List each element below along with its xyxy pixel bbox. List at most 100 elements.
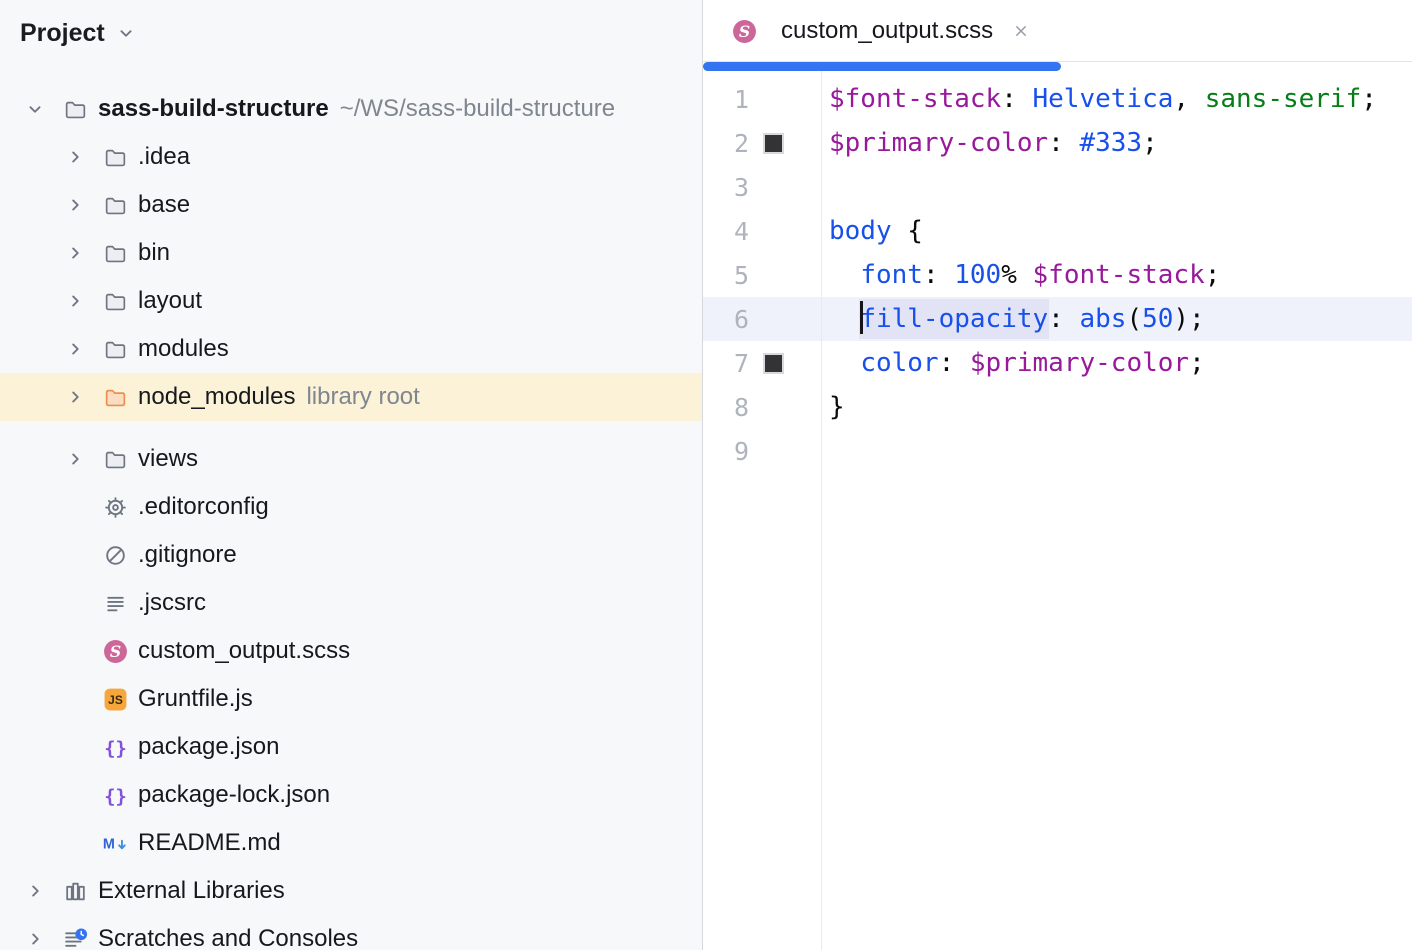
chevron-down-icon[interactable] [24, 98, 62, 120]
code-token: : [1048, 304, 1079, 334]
tree-item-label: custom_output.scss [138, 637, 350, 665]
project-title: Project [20, 19, 105, 48]
tree-row-package-lock-json[interactable]: {} package-lock.json [0, 771, 702, 819]
tree-item-label: .jscsrc [138, 589, 206, 617]
code-line-6[interactable]: 6 fill-opacity: abs(50); [703, 297, 1412, 341]
color-preview-swatch[interactable] [763, 353, 784, 374]
tree-row-views[interactable]: views [0, 435, 702, 483]
tree-item-label: External Libraries [98, 877, 285, 905]
tree-item-label: Scratches and Consoles [98, 925, 358, 950]
tree-item-label: .idea [138, 143, 190, 171]
line-number: 2 [703, 129, 749, 158]
tree-item-label: bin [138, 239, 170, 267]
chevron-right-icon[interactable] [64, 194, 102, 216]
tree-row-sass-build-structure[interactable]: sass-build-structure~/WS/sass-build-stru… [0, 85, 702, 133]
code-token [829, 260, 860, 290]
text-file-icon [102, 590, 128, 616]
editor-pane: S custom_output.scss 1$font-stack: Helve… [703, 0, 1412, 950]
code-text: $primary-color: #333; [821, 121, 1158, 165]
chevron-right-icon[interactable] [64, 146, 102, 168]
chevron-right-icon[interactable] [64, 386, 102, 408]
code-token: 50 [1142, 304, 1173, 334]
code-line-9[interactable]: 9 [703, 429, 1412, 473]
tree-row-external-libraries[interactable]: External Libraries [0, 867, 702, 915]
tree-row-readme-md[interactable]: MREADME.md [0, 819, 702, 867]
code-lines: 1$font-stack: Helvetica, sans-serif; 2 $pr… [703, 77, 1412, 473]
project-tree: sass-build-structure~/WS/sass-build-stru… [0, 66, 702, 950]
tree-row-custom-output-scss[interactable]: Scustom_output.scss [0, 627, 702, 675]
tab-custom-output-scss[interactable]: S custom_output.scss [703, 0, 1061, 62]
editor-tab-bar: S custom_output.scss [703, 0, 1412, 62]
line-number: 9 [703, 437, 749, 466]
tree-row-bin[interactable]: bin [0, 229, 702, 277]
line-number: 6 [703, 305, 749, 334]
code-line-3[interactable]: 3 [703, 165, 1412, 209]
svg-text:{}: {} [104, 738, 127, 759]
tree-row-gruntfile-js[interactable]: JS Gruntfile.js [0, 675, 702, 723]
close-icon[interactable] [1011, 21, 1031, 41]
chevron-right-icon[interactable] [64, 290, 102, 312]
code-token: ; [1189, 348, 1205, 378]
code-token: : [923, 260, 954, 290]
svg-text:S: S [109, 642, 120, 661]
tree-item-label: layout [138, 287, 202, 315]
tree-row-package-json[interactable]: {}package.json [0, 723, 702, 771]
tree-item-label: README.md [138, 829, 281, 857]
tree-row-idea[interactable]: .idea [0, 133, 702, 181]
code-line-5[interactable]: 5 font: 100% $font-stack; [703, 253, 1412, 297]
code-line-7[interactable]: 7 color: $primary-color; [703, 341, 1412, 385]
color-preview-swatch[interactable] [763, 133, 784, 154]
gutter-slot [749, 133, 821, 154]
tree-item-label: Gruntfile.js [138, 685, 253, 713]
tree-row-base[interactable]: base [0, 181, 702, 229]
tree-row-node-modules[interactable]: node_moduleslibrary root [0, 373, 702, 421]
code-line-4[interactable]: 4body { [703, 209, 1412, 253]
active-tab-indicator [703, 62, 1061, 71]
tab-label: custom_output.scss [781, 17, 993, 45]
tree-row-gitignore[interactable]: .gitignore [0, 531, 702, 579]
no-entry-icon [102, 542, 128, 568]
tree-row-layout[interactable]: layout [0, 277, 702, 325]
tree-item-label: package-lock.json [138, 781, 330, 809]
code-line-8[interactable]: 8} [703, 385, 1412, 429]
sass-icon: S [731, 18, 757, 44]
line-number: 8 [703, 393, 749, 422]
code-token: $font-stack [1033, 260, 1205, 290]
code-token: : [1001, 84, 1032, 114]
tree-row-editorconfig[interactable]: .editorconfig [0, 483, 702, 531]
code-token: : [939, 348, 970, 378]
code-token [829, 304, 860, 334]
code-token: color [860, 348, 938, 378]
svg-text:S: S [738, 22, 749, 41]
gutter-slot [749, 353, 821, 374]
chevron-right-icon[interactable] [64, 338, 102, 360]
code-token: fill-opacity [859, 299, 1049, 339]
chevron-right-icon[interactable] [24, 928, 62, 950]
code-token: font [860, 260, 923, 290]
code-token: abs [1079, 304, 1126, 334]
code-line-2[interactable]: 2 $primary-color: #333; [703, 121, 1412, 165]
tree-item-suffix: ~/WS/sass-build-structure [340, 95, 615, 123]
tree-item-label: views [138, 445, 198, 473]
tree-item-label: modules [138, 335, 229, 363]
tree-row-scratches-and-consoles[interactable]: Scratches and Consoles [0, 915, 702, 950]
json-icon: {} [102, 782, 128, 808]
chevron-right-icon[interactable] [64, 242, 102, 264]
code-text: $font-stack: Helvetica, sans-serif; [821, 77, 1377, 121]
folder-icon [102, 144, 128, 170]
code-text: color: $primary-color; [821, 341, 1205, 385]
code-token: ); [1173, 304, 1204, 334]
code-line-1[interactable]: 1$font-stack: Helvetica, sans-serif; [703, 77, 1412, 121]
tree-row-modules[interactable]: modules [0, 325, 702, 373]
chevron-down-icon[interactable] [115, 22, 137, 44]
code-token: , [1173, 84, 1204, 114]
code-text: fill-opacity: abs(50); [821, 297, 1205, 341]
line-number: 5 [703, 261, 749, 290]
chevron-right-icon[interactable] [64, 448, 102, 470]
tree-item-label: .gitignore [138, 541, 237, 569]
tree-row-jscsrc[interactable]: .jscsrc [0, 579, 702, 627]
chevron-right-icon[interactable] [24, 880, 62, 902]
js-icon: JS [102, 686, 128, 712]
tree-item-suffix: library root [306, 383, 419, 411]
folder-orange-icon [102, 384, 128, 410]
